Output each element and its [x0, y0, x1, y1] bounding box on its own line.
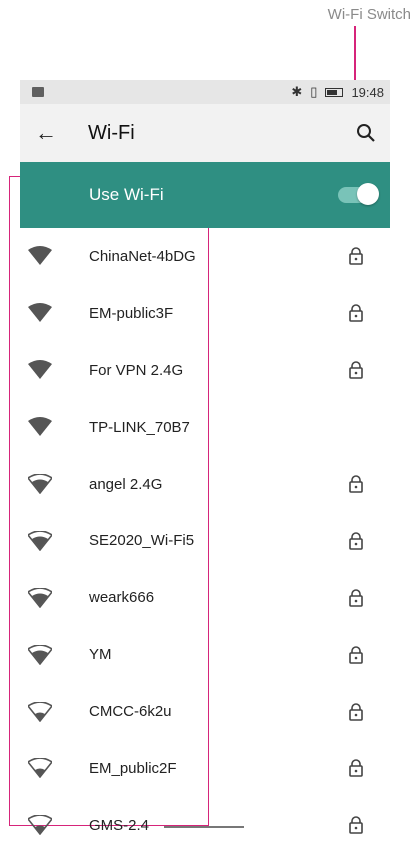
network-row[interactable]: TP-LINK_70B7 — [20, 399, 390, 456]
lock-icon — [349, 816, 363, 835]
status-icons: ✱ ▯ 19:48 — [291, 84, 384, 100]
lock-icon — [349, 361, 363, 380]
bluetooth-icon: ✱ — [291, 84, 303, 99]
network-ssid: ChinaNet-4bDG — [89, 247, 196, 265]
network-row[interactable]: angel 2.4G — [20, 456, 390, 513]
wifi-signal-icon — [28, 303, 52, 323]
wifi-signal-icon — [28, 246, 52, 266]
use-wifi-label: Use Wi-Fi — [89, 185, 164, 204]
home-indicator[interactable] — [164, 826, 244, 828]
wifi-signal-icon — [28, 417, 52, 437]
search-icon[interactable] — [354, 121, 378, 145]
network-row[interactable]: weark666 — [20, 569, 390, 626]
toolbar: ← Wi-Fi — [20, 104, 390, 162]
use-wifi-row[interactable]: Use Wi-Fi — [20, 162, 390, 228]
wifi-signal-icon — [28, 530, 52, 551]
wifi-signal-icon — [28, 644, 52, 665]
lock-icon — [349, 304, 363, 323]
network-row[interactable]: ChinaNet-4bDG — [20, 228, 390, 285]
network-ssid: YM — [89, 646, 112, 664]
network-ssid: weark666 — [89, 589, 155, 607]
network-ssid: EM-public3F — [89, 304, 174, 322]
network-ssid: EM_public2F — [89, 759, 177, 777]
status-bar: ✱ ▯ 19:48 — [20, 80, 390, 104]
network-ssid: SE2020_Wi-Fi5 — [89, 532, 195, 550]
lock-icon — [349, 475, 363, 493]
wifi-signal-icon — [28, 815, 52, 836]
back-arrow-icon[interactable]: ← — [26, 120, 66, 146]
wifi-signal-icon — [28, 587, 52, 608]
wifi-signal-icon — [28, 474, 52, 494]
network-ssid: GMS-2.4 — [89, 816, 150, 834]
network-ssid: angel 2.4G — [89, 475, 163, 493]
wifi-switch[interactable] — [338, 183, 379, 205]
image-notification-icon — [32, 87, 44, 97]
network-row[interactable]: For VPN 2.4G — [20, 342, 390, 399]
wifi-signal-icon — [28, 758, 52, 779]
page-title: Wi-Fi — [88, 121, 135, 144]
network-ssid: TP-LINK_70B7 — [89, 418, 190, 436]
lock-icon — [349, 588, 363, 607]
lock-icon — [349, 247, 363, 266]
battery-icon — [325, 87, 344, 97]
lock-icon — [349, 759, 363, 778]
network-row[interactable]: SE2020_Wi-Fi5 — [20, 512, 390, 569]
lock-icon — [349, 645, 363, 664]
vibrate-icon: ▯ — [310, 84, 318, 99]
network-list: ChinaNet-4bDG EM-public3F For VPN 2.4G TP-L… — [20, 228, 390, 854]
lock-icon — [349, 702, 363, 721]
lock-icon — [349, 532, 363, 550]
annotation-label: Wi-Fi Switch — [327, 6, 411, 23]
network-ssid: CMCC-6k2u — [89, 703, 172, 721]
wifi-signal-icon — [28, 360, 52, 380]
network-row[interactable]: YM — [20, 626, 390, 683]
status-time: 19:48 — [351, 84, 384, 100]
network-row[interactable]: EM-public3F — [20, 285, 390, 342]
network-ssid: For VPN 2.4G — [89, 361, 184, 379]
network-row[interactable]: CMCC-6k2u — [20, 683, 390, 740]
wifi-signal-icon — [28, 701, 52, 722]
network-row[interactable]: EM_public2F — [20, 740, 390, 797]
